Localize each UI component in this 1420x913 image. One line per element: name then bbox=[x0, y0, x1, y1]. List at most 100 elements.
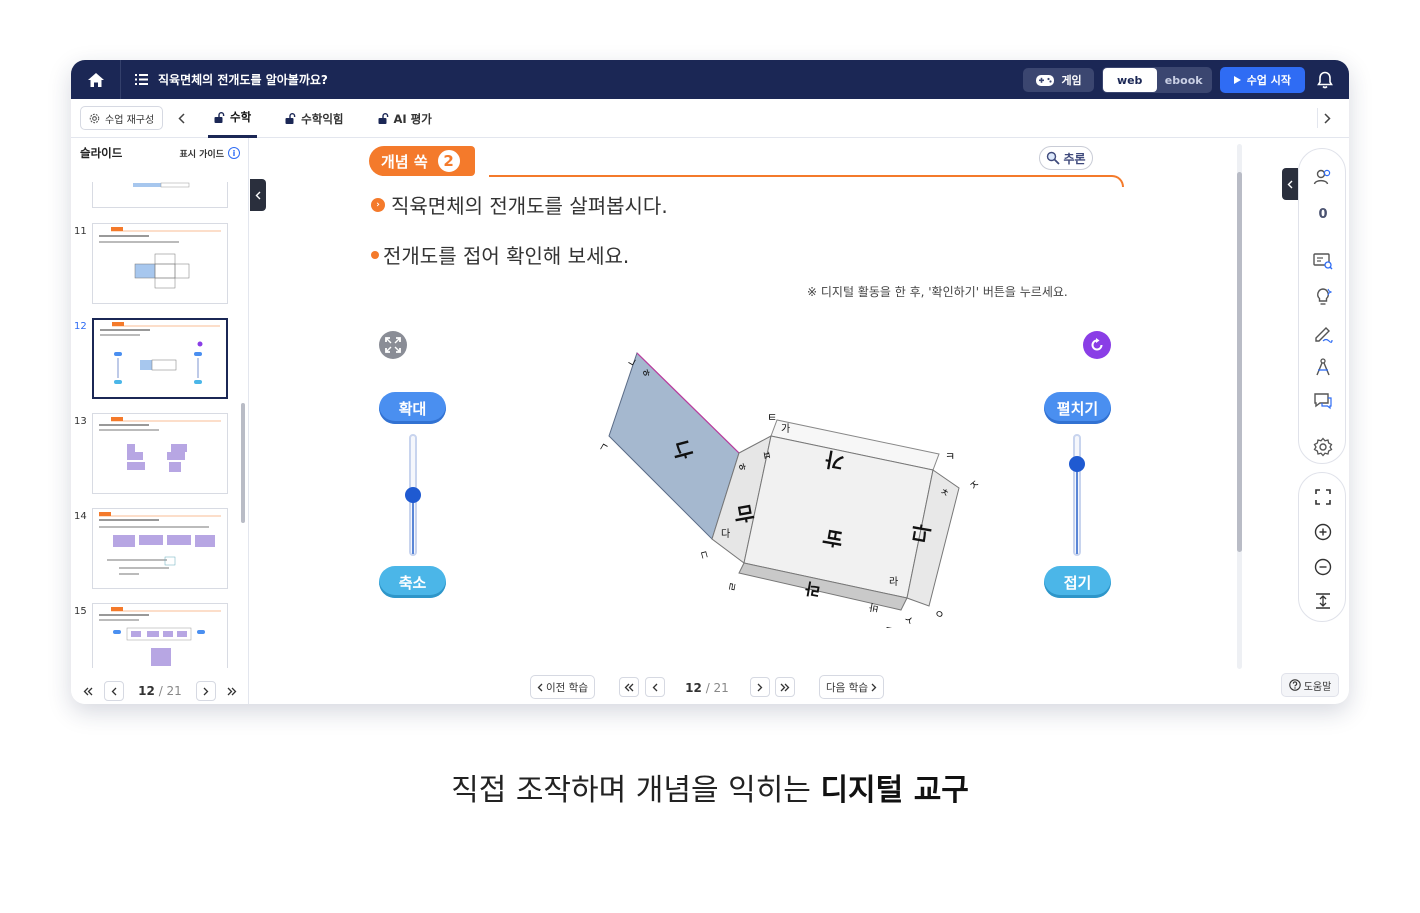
question-circle-icon bbox=[1288, 679, 1301, 691]
activity-note: ※ 디지털 활동을 한 후, '확인하기' 버튼을 누르세요. bbox=[807, 285, 1068, 299]
net-vertex-label: ㅋ bbox=[945, 450, 955, 463]
pen-tool-button[interactable] bbox=[1311, 321, 1335, 345]
slide-thumbnail[interactable]: 15 bbox=[71, 603, 243, 668]
fold-slider[interactable] bbox=[1069, 434, 1085, 556]
net-vertex-label: ㅈ bbox=[967, 477, 983, 493]
content-scrollbar[interactable] bbox=[1237, 172, 1242, 552]
top-bar: 직육면체의 전개도를 알아볼까요? 게임 web ebook 수업 시작 bbox=[71, 60, 1349, 99]
mode-ebook-button[interactable]: ebook bbox=[1157, 68, 1211, 92]
notification-button[interactable] bbox=[1313, 68, 1337, 92]
zoom-slider-knob[interactable] bbox=[405, 487, 421, 503]
net-vertex-label: ㅂ bbox=[883, 622, 895, 628]
screen-monitor-button[interactable] bbox=[1311, 249, 1335, 273]
list-icon[interactable] bbox=[135, 74, 148, 85]
settings-button[interactable] bbox=[1311, 435, 1335, 459]
help-button[interactable]: 도움말 bbox=[1281, 673, 1339, 697]
previous-lesson-button[interactable]: 이전 학습 bbox=[530, 675, 595, 699]
reasoning-label: 추론 bbox=[1063, 151, 1086, 166]
slide-number: 14 bbox=[74, 511, 87, 522]
chevron-left-icon bbox=[537, 683, 543, 691]
hint-button[interactable] bbox=[1311, 285, 1335, 309]
tab-ai-assessment-label: AI 평가 bbox=[393, 111, 432, 126]
slide-thumbnail[interactable]: 14 bbox=[71, 508, 243, 590]
slide-thumbnail[interactable] bbox=[71, 182, 243, 209]
reset-button[interactable] bbox=[1083, 331, 1111, 359]
gear-icon bbox=[1313, 437, 1333, 457]
first-page-button[interactable] bbox=[78, 681, 98, 701]
net-edge-label: 가 bbox=[781, 423, 790, 435]
game-button[interactable]: 게임 bbox=[1023, 68, 1094, 92]
chevron-right-icon bbox=[1324, 112, 1331, 124]
last-page-button[interactable] bbox=[222, 681, 242, 701]
tab-math-practice[interactable]: 수학익힘 bbox=[279, 99, 349, 138]
next-lesson-button[interactable]: 다음 학습 bbox=[819, 675, 884, 699]
net-vertex-label: ㅅ bbox=[901, 612, 917, 628]
slide-thumbnail[interactable]: 13 bbox=[71, 413, 243, 495]
home-button[interactable] bbox=[71, 60, 121, 99]
sidebar-scrollbar[interactable] bbox=[241, 403, 245, 523]
tab-math[interactable]: 수학 bbox=[208, 99, 258, 138]
reasoning-badge: 추론 bbox=[1039, 146, 1093, 170]
help-label: 도움말 bbox=[1303, 681, 1332, 693]
zoom-out-button[interactable]: 축소 bbox=[379, 566, 446, 598]
unlock-icon bbox=[285, 113, 296, 124]
slide-number: 13 bbox=[74, 416, 87, 427]
lesson-content: 개념 쏙 2 추론 › 직육면체의 전개도를 살펴봅시다. 전개도를 접어 확인… bbox=[249, 138, 1349, 704]
chat-button[interactable] bbox=[1311, 389, 1335, 413]
slide-thumbnail-list[interactable]: 11 12 13 14 15 bbox=[71, 182, 243, 668]
mode-web-button[interactable]: web bbox=[1102, 68, 1157, 92]
slide-thumbnail-current[interactable]: 12 bbox=[71, 318, 243, 400]
zoom-in-view-button[interactable] bbox=[1311, 520, 1335, 544]
chevron-right-icon bbox=[203, 687, 209, 695]
zoom-out-view-button[interactable] bbox=[1311, 555, 1335, 579]
double-chevron-right-icon bbox=[780, 683, 790, 691]
fullscreen-toggle-button[interactable] bbox=[1311, 485, 1335, 509]
concept-badge: 개념 쏙 2 bbox=[369, 146, 475, 176]
tab-ai-assessment[interactable]: AI 평가 bbox=[372, 99, 438, 138]
lesson-navigation: 이전 학습 12 / 21 다음 학습 bbox=[249, 672, 1349, 700]
unfold-button[interactable]: 펼치기 bbox=[1044, 392, 1111, 424]
lightbulb-icon bbox=[1317, 288, 1332, 305]
cuboid-net-3d[interactable]: 나 마 가 바 다 라 ㄱ ㄴ ㅎ ㄷ ㄹ ㅎ ㅍ ㅌ 가 다 ㅋ ㅈ ㅊ 라 … bbox=[589, 323, 989, 628]
double-chevron-left-icon bbox=[624, 683, 634, 691]
unlock-icon bbox=[378, 113, 388, 124]
zoom-slider[interactable] bbox=[405, 434, 421, 556]
view-toolbar bbox=[1298, 472, 1346, 622]
zoom-in-button[interactable]: 확대 bbox=[379, 392, 446, 424]
fold-button[interactable]: 접기 bbox=[1044, 566, 1111, 598]
sidebar-title: 슬라이드 bbox=[80, 146, 123, 160]
tabs-prev-button[interactable] bbox=[171, 108, 191, 128]
slide-preview bbox=[92, 413, 228, 494]
next-page-button[interactable] bbox=[196, 681, 216, 701]
info-icon: i bbox=[228, 147, 240, 159]
tabs-next-button[interactable] bbox=[1317, 108, 1337, 128]
restructure-button[interactable]: 수업 재구성 bbox=[80, 106, 164, 130]
chevron-left-icon bbox=[1287, 180, 1293, 188]
prev-page-button[interactable] bbox=[645, 677, 665, 697]
restructure-label: 수업 재구성 bbox=[105, 114, 155, 126]
start-class-button[interactable]: 수업 시작 bbox=[1219, 67, 1305, 93]
chevron-left-icon bbox=[111, 687, 117, 695]
participants-button[interactable] bbox=[1311, 165, 1335, 189]
fullscreen-button[interactable] bbox=[379, 331, 407, 359]
display-guide-label: 표시 가이드 bbox=[179, 149, 224, 160]
fold-slider-knob[interactable] bbox=[1069, 456, 1085, 473]
fit-height-button[interactable] bbox=[1311, 589, 1335, 613]
slide-preview bbox=[92, 508, 228, 589]
display-guide-button[interactable]: 표시 가이드 i bbox=[179, 147, 240, 160]
toolbar-collapse-button[interactable] bbox=[1282, 168, 1298, 200]
slide-thumbnail[interactable]: 11 bbox=[71, 223, 243, 305]
next-page-button[interactable] bbox=[750, 677, 770, 697]
net-vertex-label: ㄴ bbox=[595, 440, 611, 455]
zoom-slider-fill bbox=[412, 495, 414, 554]
previous-lesson-label: 이전 학습 bbox=[546, 681, 588, 694]
compass-tool-button[interactable] bbox=[1311, 355, 1335, 379]
prev-page-button[interactable] bbox=[104, 681, 124, 701]
gamepad-icon bbox=[1036, 74, 1055, 86]
last-page-button[interactable] bbox=[775, 677, 795, 697]
title-underline bbox=[489, 175, 1124, 187]
first-page-button[interactable] bbox=[619, 677, 639, 697]
play-icon bbox=[1233, 76, 1241, 84]
slide-preview bbox=[92, 182, 228, 208]
game-label: 게임 bbox=[1061, 74, 1082, 87]
